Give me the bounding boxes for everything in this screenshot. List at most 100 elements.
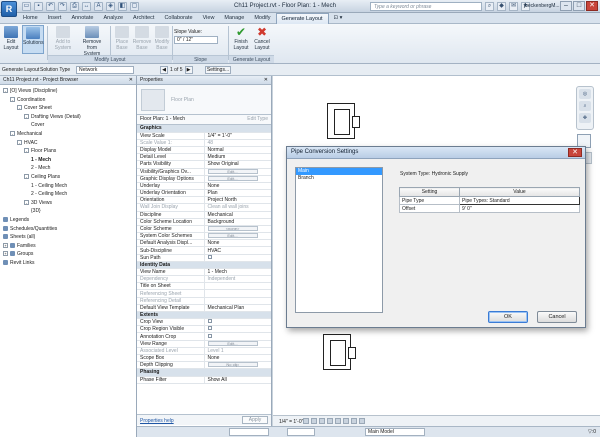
application-menu-button[interactable]: R [1, 1, 17, 17]
property-value[interactable]: HVAC [204, 246, 271, 255]
pipe-type-value[interactable]: Pipe Types: Standard [459, 196, 580, 205]
property-edit-button[interactable]: Edit... [207, 233, 258, 239]
property-value[interactable]: Normal [204, 146, 271, 155]
property-value[interactable] [204, 254, 271, 262]
property-value[interactable]: Edit... [204, 232, 271, 241]
collapse-icon[interactable]: - [3, 88, 8, 93]
3d-icon[interactable]: ◈ [106, 2, 115, 11]
steering-wheel-icon[interactable]: ◎ [579, 89, 591, 99]
remove-base-button[interactable]: Remove Base [132, 25, 152, 54]
property-value[interactable]: Show Original [204, 160, 271, 169]
user-name[interactable]: jbeckenbergM... [524, 3, 560, 9]
property-value[interactable]: No clip [204, 361, 271, 370]
tab-view[interactable]: View [198, 13, 220, 23]
property-edit-button[interactable]: No clip [207, 362, 258, 368]
open-icon[interactable]: ▭ [22, 2, 31, 11]
browser-tree-item[interactable]: - Drafting Views (Detail) [0, 113, 136, 122]
mechanical-equipment[interactable] [323, 334, 356, 370]
property-checkbox[interactable] [207, 326, 212, 331]
property-value[interactable]: Show All [204, 376, 271, 384]
print-icon[interactable]: ⎙ [70, 2, 79, 11]
property-edit-button[interactable]: Edit... [207, 175, 258, 181]
property-value[interactable] [204, 318, 271, 327]
collapse-icon[interactable]: - [24, 113, 29, 119]
subscription-icon[interactable]: ◆ [497, 2, 506, 11]
save-icon[interactable]: ▪ [34, 2, 43, 11]
finish-layout-button[interactable]: ✔ Finish Layout [231, 25, 251, 54]
property-value[interactable]: None [204, 239, 271, 248]
detail-level-icon[interactable] [303, 418, 309, 424]
property-value[interactable]: 1 - Mech [204, 268, 271, 277]
dialog-close-button[interactable]: ✕ [568, 148, 582, 157]
browser-tree-item[interactable]: - [O] Views (Discipline) [0, 87, 136, 96]
settings-button[interactable]: Settings... [205, 66, 231, 74]
browser-tree-item[interactable]: 2 - Mech [0, 164, 136, 173]
browser-tree-item[interactable]: - HVAC [0, 139, 136, 148]
browser-tree-item[interactable]: Legends [0, 216, 136, 225]
property-value[interactable]: None [204, 354, 271, 363]
shadows-icon[interactable] [327, 418, 333, 424]
tab-annotate[interactable]: Annotate [66, 13, 98, 23]
ribbon-minimize-toggle[interactable]: ⊡ ▾ [329, 13, 348, 23]
view-scale[interactable]: 1/4" = 1'-0" [279, 419, 303, 425]
property-value[interactable]: None [204, 182, 271, 191]
solutions-button[interactable]: Solutions [22, 25, 44, 54]
show-crop-icon[interactable] [343, 418, 349, 424]
collapse-icon[interactable]: - [17, 105, 22, 111]
tab-insert[interactable]: Insert [43, 13, 67, 23]
browser-tree-item[interactable]: 1 - Mech [0, 156, 136, 165]
list-item-main[interactable]: Main [296, 168, 382, 175]
property-group-header[interactable]: Phasing [137, 368, 271, 377]
browser-tree-item[interactable]: - Floor Plans [0, 147, 136, 156]
property-group-header[interactable]: Extents [137, 311, 271, 320]
tab-collaborate[interactable]: Collaborate [159, 13, 197, 23]
filter-icon[interactable]: ▽:0 [588, 429, 596, 435]
visual-style-icon[interactable] [311, 418, 317, 424]
browser-tree-item[interactable]: - Mechanical [0, 130, 136, 139]
edit-layout-button[interactable]: Edit Layout [2, 25, 20, 54]
undo-icon[interactable]: ↶ [46, 2, 55, 11]
tab-home[interactable]: Home [18, 13, 43, 23]
browser-tree-item[interactable]: - Ceiling Plans [0, 173, 136, 182]
property-value[interactable]: <none> [204, 225, 271, 234]
communication-icon[interactable]: ✉ [509, 2, 518, 11]
browser-tree-item[interactable]: - Coordination [0, 96, 136, 105]
property-value[interactable]: Mechanical Plan [204, 304, 271, 312]
next-solution-button[interactable]: ▶ [184, 66, 193, 74]
close-windows-icon[interactable]: ▢ [130, 2, 139, 11]
type-selector[interactable]: Floor Plan [137, 85, 271, 115]
instance-selector[interactable]: Floor Plan: 1 - Mech Edit Type [137, 115, 271, 125]
expand-icon[interactable]: + [3, 251, 8, 257]
temp-hide-icon[interactable] [351, 418, 357, 424]
collapse-icon[interactable]: - [24, 199, 29, 205]
status-field[interactable] [229, 428, 269, 436]
property-value[interactable]: 1/4" = 1'-0" [204, 132, 271, 140]
browser-tree-item[interactable]: - Cover Sheet [0, 104, 136, 113]
property-value[interactable] [204, 332, 271, 341]
close-button[interactable]: ✕ [586, 1, 598, 11]
collapse-icon[interactable]: - [24, 173, 29, 179]
offset-value[interactable]: 9' 0" [459, 204, 580, 213]
collapse-icon[interactable]: - [24, 148, 29, 154]
browser-tree-item[interactable]: Cover [0, 121, 136, 130]
collapse-icon[interactable]: - [10, 130, 15, 136]
pan-icon[interactable]: ✥ [579, 113, 591, 123]
edit-type-button[interactable]: Edit Type [247, 115, 268, 124]
tab-modify[interactable]: Modify [249, 13, 275, 23]
previous-solution-button[interactable]: ◀ [160, 66, 168, 74]
text-icon[interactable]: A [94, 2, 103, 11]
collapse-icon[interactable]: - [10, 96, 15, 102]
property-value[interactable] [204, 282, 271, 291]
redo-icon[interactable]: ↷ [58, 2, 67, 11]
property-checkbox[interactable] [207, 333, 212, 338]
slope-value-select[interactable]: 0" / 12" [174, 36, 218, 44]
property-value[interactable]: Edit... [204, 175, 271, 183]
property-value[interactable]: Plan [204, 189, 271, 198]
reveal-hidden-icon[interactable] [359, 418, 365, 424]
maximize-button[interactable]: □ [573, 1, 585, 11]
apply-button[interactable]: Apply [242, 416, 268, 424]
properties-help-link[interactable]: Properties help [140, 418, 174, 424]
measure-icon[interactable]: ↔ [82, 2, 91, 11]
tab-analyze[interactable]: Analyze [98, 13, 128, 23]
browser-tree-item[interactable]: Schedules/Quantities [0, 225, 136, 234]
